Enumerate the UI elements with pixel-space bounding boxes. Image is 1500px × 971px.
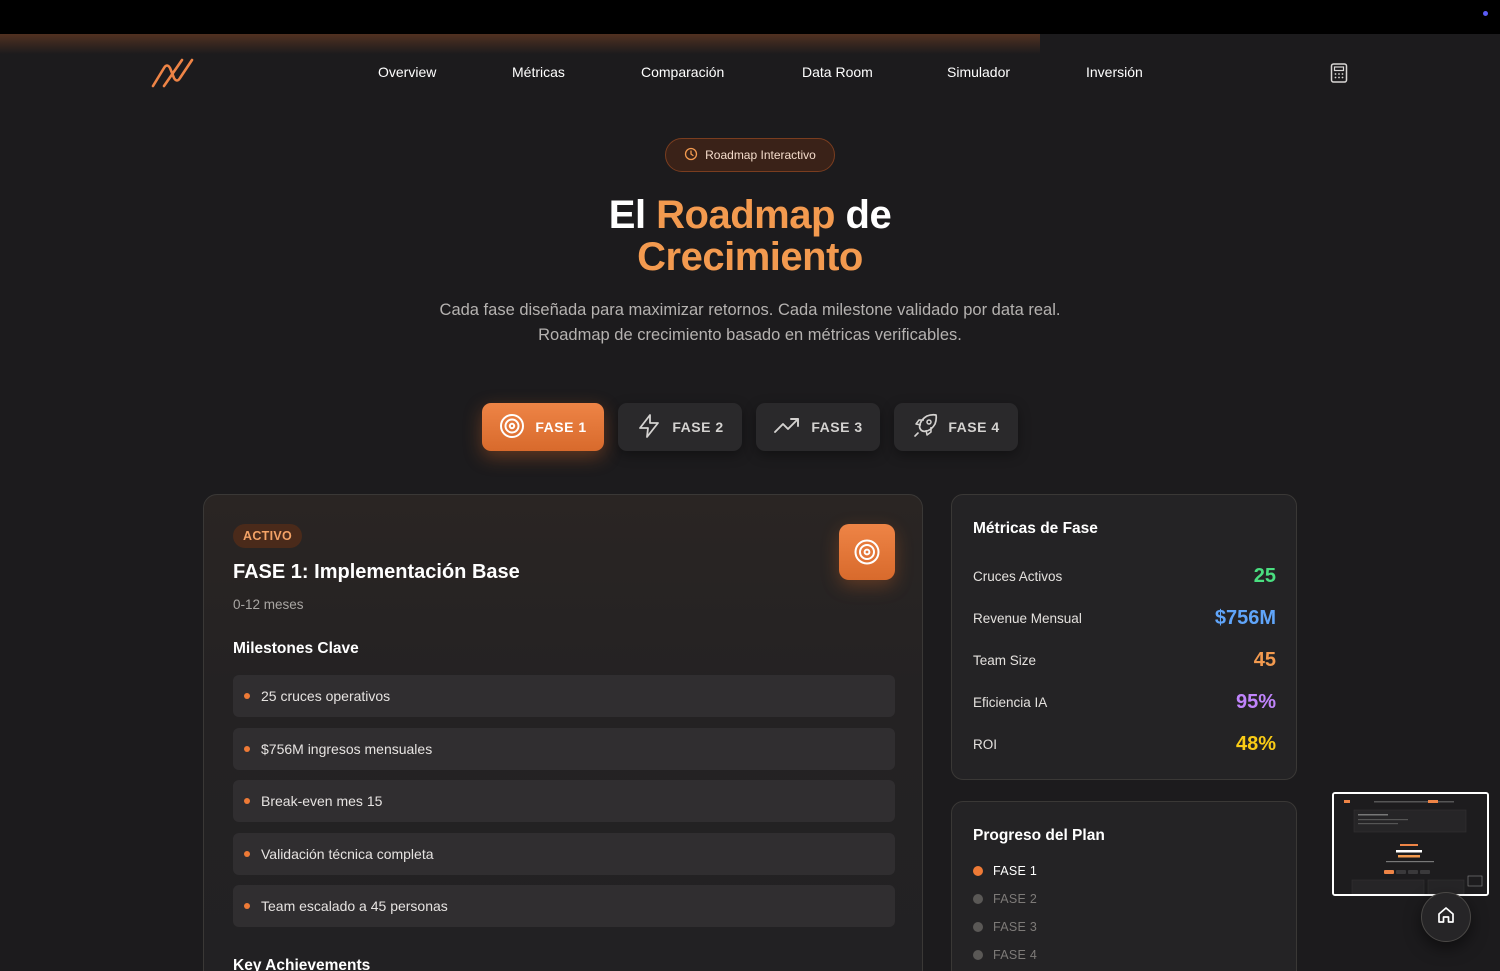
rocket-icon	[912, 413, 938, 442]
nav-item-comparacion[interactable]: Comparación	[641, 64, 802, 80]
metric-value: 95%	[1235, 690, 1276, 713]
nav-item-inversion[interactable]: Inversión	[1086, 64, 1143, 80]
badge-label: Roadmap Interactivo	[705, 148, 816, 162]
tab-fase-2[interactable]: FASE 2	[618, 403, 742, 451]
metric-value: $756M	[1214, 606, 1276, 629]
trending-up-icon	[773, 416, 801, 439]
milestone-text: Team escalado a 45 personas	[261, 898, 448, 914]
tab-label: FASE 4	[948, 419, 1000, 435]
metric-label: Cruces Activos	[973, 568, 1063, 584]
metric-label: Team Size	[973, 652, 1037, 668]
status-badge: ACTIVO	[233, 524, 303, 548]
list-item: $756M ingresos mensuales	[233, 727, 895, 770]
metric-label: ROI	[973, 736, 998, 752]
bullet-dot	[244, 693, 250, 699]
phase-duration: 0-12 meses	[233, 597, 304, 612]
home-icon	[1436, 905, 1456, 930]
bullet-dot	[244, 850, 250, 857]
milestones-list: 25 cruces operativos $756M ingresos mens…	[233, 675, 895, 927]
home-button[interactable]	[1421, 892, 1471, 942]
milestone-text: $756M ingresos mensuales	[261, 740, 433, 757]
progress-label: FASE 3	[993, 920, 1038, 934]
metric-row: Cruces Activos 25	[973, 561, 1276, 591]
indicator-dot	[1483, 11, 1488, 16]
milestones-title: Milestones Clave	[233, 640, 359, 657]
progress-title: Progreso del Plan	[973, 827, 1105, 844]
metric-row: ROI 48%	[973, 729, 1276, 759]
progress-label: FASE 4	[993, 948, 1038, 962]
page-minimap[interactable]	[1332, 792, 1489, 896]
tab-label: FASE 2	[672, 419, 724, 435]
status-dot	[973, 866, 983, 876]
milestone-text: Break-even mes 15	[261, 793, 383, 809]
tab-label: FASE 3	[811, 419, 863, 435]
phase-detail-card: ACTIVO FASE 1: Implementación Base 0-12 …	[203, 494, 923, 971]
nav-item-metricas[interactable]: Métricas	[512, 64, 641, 80]
tab-fase-4[interactable]: FASE 4	[894, 403, 1018, 451]
title-accent-2: Crecimiento	[637, 235, 863, 279]
progress-card: Progreso del Plan FASE 1 FASE 2 FASE 3 F…	[951, 801, 1297, 971]
nav-links: Overview Métricas Comparación Data Room …	[378, 64, 1143, 80]
metric-row: Revenue Mensual $756M	[973, 603, 1276, 633]
tab-fase-3[interactable]: FASE 3	[756, 403, 880, 451]
page-title: El Roadmap de Crecimiento	[0, 194, 1500, 278]
metric-value: 45	[1253, 648, 1276, 671]
roadmap-badge: Roadmap Interactivo	[665, 138, 835, 172]
bullet-dot	[244, 903, 250, 909]
bullet-dot	[244, 745, 250, 752]
progress-label: FASE 2	[993, 892, 1038, 906]
title-accent-1: Roadmap	[656, 193, 835, 237]
progress-item-fase-2[interactable]: FASE 2	[973, 892, 1037, 906]
phase-title: FASE 1: Implementación Base	[233, 561, 520, 583]
clock-icon	[684, 147, 698, 164]
logo-icon[interactable]	[150, 56, 198, 90]
subtitle-line-1: Cada fase diseñada para maximizar retorn…	[439, 301, 1061, 319]
calculator-icon[interactable]	[1330, 63, 1348, 83]
title-part-1: El	[608, 193, 657, 237]
browser-top-bar	[0, 0, 1500, 34]
lightning-icon	[636, 413, 662, 442]
metric-row: Team Size 45	[973, 645, 1276, 675]
achievements-title: Key Achievements	[233, 957, 371, 971]
metric-label: Eficiencia IA	[973, 694, 1048, 710]
list-item: Team escalado a 45 personas	[233, 885, 895, 927]
target-icon	[839, 524, 895, 580]
progress-label: FASE 1	[993, 864, 1038, 878]
milestone-text: Validación técnica completa	[261, 845, 434, 862]
status-dot	[973, 894, 983, 904]
nav-item-simulador[interactable]: Simulador	[947, 64, 1086, 80]
list-item: Validación técnica completa	[233, 832, 895, 875]
metric-row: Eficiencia IA 95%	[973, 687, 1276, 717]
bullet-dot	[244, 798, 250, 804]
milestone-text: 25 cruces operativos	[261, 688, 391, 704]
list-item: 25 cruces operativos	[233, 675, 895, 717]
progress-item-fase-1[interactable]: FASE 1	[973, 864, 1037, 878]
hero-subtitle: Cada fase diseñada para maximizar retorn…	[0, 298, 1500, 348]
metrics-card: Métricas de Fase Cruces Activos 25 Reven…	[951, 494, 1297, 780]
subtitle-line-2: Roadmap de crecimiento basado en métrica…	[538, 326, 962, 344]
progress-item-fase-3[interactable]: FASE 3	[973, 920, 1037, 934]
tab-label: FASE 1	[535, 419, 587, 435]
nav-item-data-room[interactable]: Data Room	[802, 64, 947, 80]
progress-item-fase-4[interactable]: FASE 4	[973, 948, 1037, 962]
phase-tabs: FASE 1 FASE 2 FASE 3 FASE 4	[482, 403, 1018, 451]
list-item: Break-even mes 15	[233, 780, 895, 822]
metric-value: 48%	[1235, 732, 1276, 755]
navbar: Overview Métricas Comparación Data Room …	[0, 34, 1500, 110]
nav-item-overview[interactable]: Overview	[378, 64, 512, 80]
status-dot	[973, 950, 983, 960]
metric-value: 25	[1253, 564, 1276, 587]
target-icon	[499, 413, 525, 442]
metrics-title: Métricas de Fase	[973, 520, 1098, 537]
title-part-2: de	[834, 193, 892, 237]
tab-fase-1[interactable]: FASE 1	[482, 403, 604, 451]
metric-label: Revenue Mensual	[973, 610, 1082, 626]
status-dot	[973, 922, 983, 932]
